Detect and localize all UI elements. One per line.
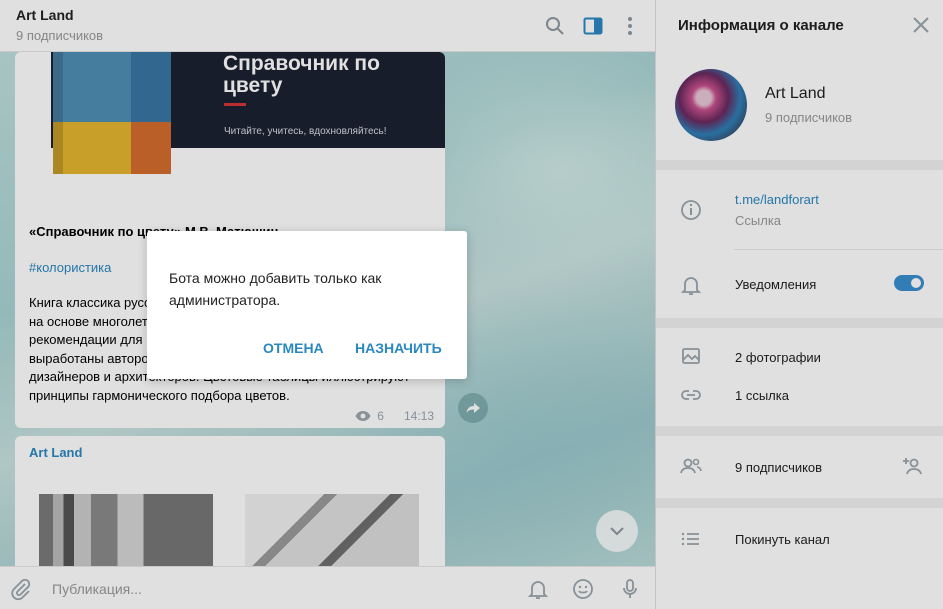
confirm-dialog: Бота можно добавить только как администр… (147, 231, 467, 379)
cancel-button[interactable]: ОТМЕНА (263, 340, 324, 356)
assign-button[interactable]: НАЗНАЧИТЬ (355, 340, 442, 356)
modal-backdrop[interactable] (0, 0, 943, 609)
dialog-message: Бота можно добавить только как администр… (169, 270, 382, 308)
